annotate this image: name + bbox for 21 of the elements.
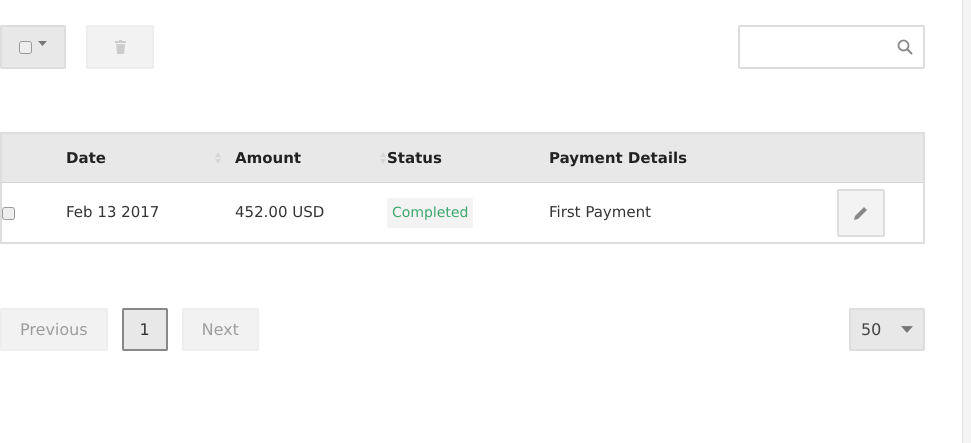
caret-icon	[901, 326, 913, 333]
search-field[interactable]	[738, 25, 925, 69]
page-size-select[interactable]: 50	[849, 308, 925, 351]
pencil-icon	[854, 206, 868, 220]
column-header: Status	[387, 148, 442, 169]
trash-icon	[114, 40, 126, 54]
checkbox[interactable]	[2, 206, 15, 220]
select-all-dropdown[interactable]	[0, 25, 66, 69]
search-icon	[897, 39, 913, 55]
table-cell: Feb 13 2017	[66, 203, 160, 222]
checkbox[interactable]	[19, 40, 32, 54]
caret-icon	[38, 40, 47, 46]
column-header: Payment Details	[549, 148, 688, 169]
scrollbar[interactable]	[962, 0, 971, 443]
page-button[interactable]: 1	[122, 308, 168, 351]
column-header[interactable]: Amount	[235, 146, 302, 170]
status-badge: Completed	[387, 198, 474, 228]
column-header[interactable]: Date	[66, 146, 106, 170]
table-cell: First Payment	[549, 203, 652, 222]
table-cell: 452.00 USD	[235, 203, 324, 222]
edit-button[interactable]	[837, 188, 885, 236]
